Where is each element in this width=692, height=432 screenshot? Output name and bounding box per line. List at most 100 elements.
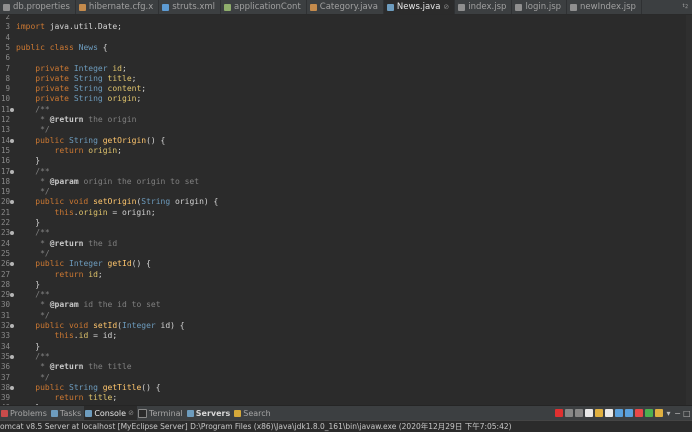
line-number: 29 [0,290,10,300]
code-line[interactable]: private String origin; [16,94,692,104]
code-line[interactable]: * @return the id [16,239,692,249]
fold-toggle-icon[interactable] [10,354,14,359]
code-line[interactable]: * @param origin the origin to set [16,177,692,187]
code-token: public [35,382,65,392]
code-token: */ [40,310,50,320]
code-line[interactable]: this.origin = origin; [16,208,692,218]
vertical-scrollbar[interactable] [686,15,692,405]
code-line[interactable]: private String content; [16,84,692,94]
editor-tab[interactable]: hibernate.cfg.x [76,0,160,14]
code-token: /** [35,228,50,238]
fold-toggle-icon[interactable] [10,138,14,143]
code-editor[interactable]: 2 3 4 5 6 7 8 9 10 11 12 13 14 15 16 17 18 19 20 21 22 23 24 25… [0,15,692,405]
editor-tab[interactable]: newIndex.jsp [567,0,642,14]
editor-tab[interactable]: db.properties [0,0,76,14]
code-line[interactable]: /** [16,290,692,300]
code-line[interactable]: /** [16,352,692,362]
code-line[interactable]: private Integer id; [16,64,692,74]
code-line[interactable]: public void setOrigin(String origin) { [16,197,692,207]
fold-toggle-icon[interactable] [10,231,14,236]
code-line[interactable]: public void setId(Integer id) { [16,321,692,331]
code-token: id [88,269,98,279]
code-line[interactable]: } [16,218,692,228]
code-token: private [35,63,69,73]
editor-tab-label: db.properties [13,2,70,12]
fold-toggle-icon[interactable] [10,200,14,205]
code-token: id the id to set [78,300,161,310]
fold-toggle-icon[interactable] [10,262,14,267]
code-line[interactable]: return origin; [16,146,692,156]
code-line[interactable]: } [16,280,692,290]
minimize-icon[interactable]: − [674,409,681,418]
fold-toggle-icon[interactable] [10,107,14,112]
view-menu-icon[interactable]: ▾ [665,409,672,418]
fold-toggle-icon[interactable] [10,169,14,174]
code-line[interactable]: */ [16,249,692,259]
code-token: id) { [155,321,185,330]
code-line[interactable]: public String getTitle() { [16,383,692,393]
editor-tab[interactable]: News.java ⊘ [383,0,456,14]
code-line[interactable]: } [16,342,692,352]
code-line[interactable]: */ [16,125,692,135]
word-wrap-icon[interactable] [605,409,613,417]
panel-tab[interactable]: Terminal [137,406,186,420]
editor-tab[interactable]: applicationCont [221,0,307,14]
panel-tab[interactable]: Tasks [50,406,84,420]
code-token: } [16,279,41,289]
code-line[interactable]: private String title; [16,74,692,84]
code-line[interactable]: public String getOrigin() { [16,136,692,146]
code-line[interactable]: * @return the title [16,362,692,372]
editor-tab[interactable]: struts.xml [159,0,222,14]
code-line[interactable]: public Integer getId() { [16,259,692,269]
editor-tab-label: login.jsp [525,2,562,12]
panel-tab[interactable]: Servers [186,406,233,420]
code-line[interactable]: /** [16,167,692,177]
scroll-lock-icon[interactable] [595,409,603,417]
code-line[interactable]: public class News { [16,43,692,53]
code-line[interactable]: return title; [16,393,692,403]
code-line[interactable]: import java.util.Date; [16,22,692,32]
editor-tab[interactable]: index.jsp [455,0,513,14]
tab-overflow-icon[interactable]: ᵗ⁲ [678,2,692,13]
code-line[interactable]: */ [16,373,692,383]
editor-tab[interactable]: login.jsp [512,0,568,14]
remove-all-icon[interactable] [575,409,583,417]
open-console-icon[interactable] [645,409,653,417]
panel-tab[interactable]: Search [233,406,273,420]
remove-launch-icon[interactable] [565,409,573,417]
fold-toggle-icon[interactable] [10,385,14,390]
code-line[interactable]: */ [16,187,692,197]
panel-tab[interactable]: Problems [0,406,50,420]
code-line[interactable]: this.id = id; [16,331,692,341]
display-selected-console-icon[interactable] [635,409,643,417]
code-line[interactable] [16,53,692,63]
maximize-icon[interactable]: □ [683,409,691,418]
code-line[interactable]: */ [16,311,692,321]
panel-tab[interactable]: Console ⊘ [84,406,137,420]
java-file-icon [386,3,394,11]
show-on-output-icon[interactable] [615,409,623,417]
pin-console-icon[interactable] [625,409,633,417]
code-line[interactable] [16,15,692,22]
line-number: 22 [0,218,10,227]
code-line[interactable]: } [16,156,692,166]
code-token: ; [122,63,127,73]
code-line[interactable] [16,33,692,43]
editor-tab[interactable]: Category.java [307,0,384,14]
close-console-icon[interactable]: ⊘ [128,409,134,417]
jsp-file-icon [458,3,466,11]
close-tab-icon[interactable]: ⊘ [443,3,449,11]
new-console-icon[interactable] [655,409,663,417]
code-line[interactable]: return id; [16,270,692,280]
terminate-icon[interactable] [555,409,563,417]
code-line[interactable]: * @param id the id to set [16,300,692,310]
code-line[interactable]: * @return the origin [16,115,692,125]
console-toolbar: ▾ − □ [555,409,692,418]
code-line[interactable]: /** [16,228,692,238]
fold-toggle-icon[interactable] [10,324,14,328]
code-line[interactable]: /** [16,105,692,115]
fold-toggle-icon[interactable] [10,293,14,298]
clear-console-icon[interactable] [585,409,593,417]
line-number: 23 [0,228,10,238]
